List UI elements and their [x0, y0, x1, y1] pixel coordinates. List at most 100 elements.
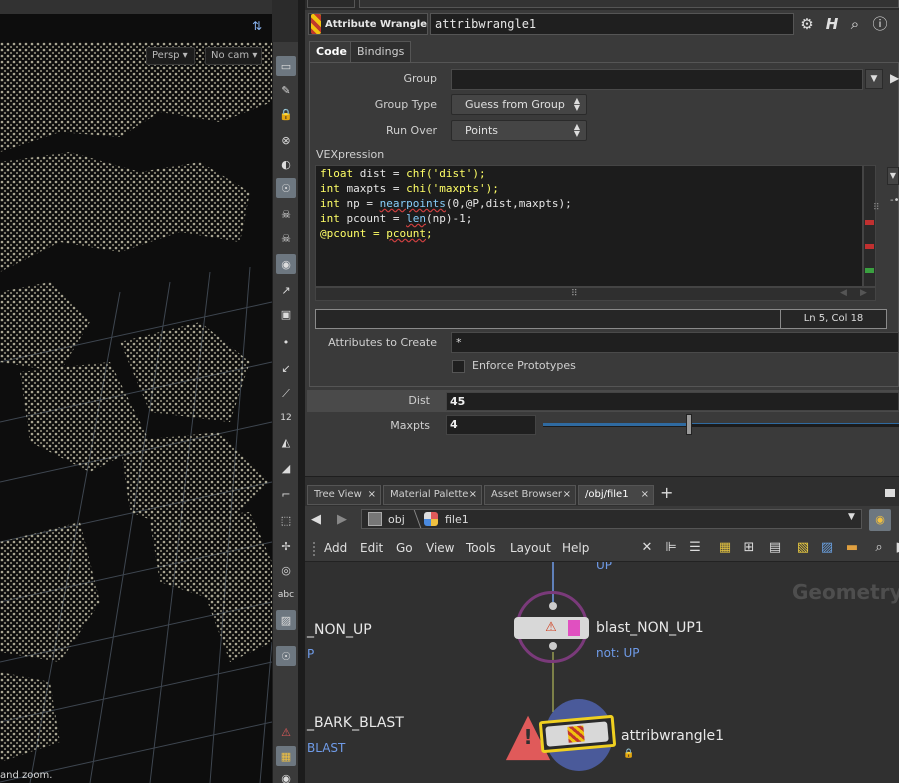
- menu-add[interactable]: Add: [324, 541, 347, 555]
- menu-tools[interactable]: Tools: [466, 541, 496, 555]
- eye-icon[interactable]: ◉: [276, 768, 296, 783]
- network-path[interactable]: obj file1 ▼: [361, 509, 862, 529]
- node-label[interactable]: blast_NON_UP1: [596, 620, 704, 636]
- menu-view[interactable]: View: [426, 541, 454, 555]
- help-h-icon[interactable]: H: [822, 14, 842, 34]
- node-label[interactable]: _NON_UP: [307, 622, 372, 638]
- corner-icon[interactable]: ⌐: [276, 484, 296, 504]
- tab-tree-view[interactable]: Tree View ×: [307, 485, 381, 505]
- path-dropdown-icon[interactable]: ▼: [848, 512, 855, 522]
- bulb-outline-icon[interactable]: ☉: [276, 646, 296, 666]
- node-label[interactable]: _BARK_BLAST: [307, 715, 404, 731]
- tab-bindings[interactable]: Bindings: [350, 41, 412, 62]
- attribwrangle1-node[interactable]: [538, 714, 617, 754]
- point-cloud-view[interactable]: [0, 42, 272, 783]
- info-icon[interactable]: ⓘ: [870, 14, 890, 34]
- search-icon[interactable]: ⌕: [845, 14, 865, 34]
- close-icon[interactable]: ×: [641, 486, 649, 504]
- forward-icon[interactable]: ▶: [337, 512, 347, 527]
- circle-icon[interactable]: ◎: [276, 560, 296, 580]
- pin-tool-icon[interactable]: ‑•: [890, 195, 899, 206]
- more-icon[interactable]: ◗: [891, 540, 899, 556]
- menu-edit[interactable]: Edit: [360, 541, 383, 555]
- select-arrow-icon[interactable]: ▶: [890, 71, 899, 85]
- point-display-icon[interactable]: •: [276, 332, 296, 352]
- input-connector[interactable]: [549, 602, 557, 610]
- add-tab-icon[interactable]: +: [660, 483, 673, 502]
- warning-icon[interactable]: ⚠: [276, 722, 296, 742]
- globe-icon[interactable]: ◉: [276, 254, 296, 274]
- group-type-dropdown[interactable]: Guess from Group ▲ ▼: [451, 94, 587, 115]
- enforce-prototypes-checkbox[interactable]: [452, 360, 465, 373]
- editor-horizontal-scrollbar[interactable]: ⠿ ◀ ▶: [315, 287, 876, 301]
- mesh-icon[interactable]: ◢: [276, 458, 296, 478]
- tab-asset-browser[interactable]: Asset Browser ×: [484, 485, 576, 505]
- display-options-icon[interactable]: ⇅: [252, 19, 268, 35]
- lighting-icon[interactable]: ◐: [276, 154, 296, 174]
- wrench-icon[interactable]: ✕: [639, 540, 655, 556]
- pin-icon[interactable]: ✎: [276, 80, 296, 100]
- output-connector[interactable]: [549, 642, 557, 650]
- bulb-icon[interactable]: ☉: [276, 178, 296, 198]
- back-icon[interactable]: ◀: [311, 512, 321, 527]
- lock-icon[interactable]: 🔒: [276, 104, 296, 124]
- sticky-note-icon[interactable]: ▧: [795, 540, 811, 556]
- vector-display-icon[interactable]: ⟋: [276, 384, 296, 404]
- lock-icon[interactable]: 🔒: [623, 749, 634, 759]
- tile-view-icon[interactable]: ▤: [767, 540, 783, 556]
- node-label[interactable]: attribwrangle1: [621, 728, 724, 744]
- close-icon[interactable]: ×: [563, 486, 571, 504]
- display-flag-icon[interactable]: [568, 620, 580, 636]
- skull-icon[interactable]: ☠: [276, 204, 296, 224]
- vex-code-editor[interactable]: float dist = chf('dist'); int maxpts = c…: [315, 165, 863, 287]
- image-background-icon[interactable]: ▨: [819, 540, 835, 556]
- arrow-tool-icon[interactable]: ↗: [276, 280, 296, 300]
- network-editor-canvas[interactable]: Geometry ⚠ ▲ ! 🔒 UP _NON_UP P blast_NON_…: [305, 562, 899, 783]
- cube-icon[interactable]: ▣: [276, 304, 296, 324]
- display-toggle-icon[interactable]: ▭: [276, 56, 296, 76]
- editor-vertical-scrollbar[interactable]: [863, 165, 876, 287]
- dashed-box-icon[interactable]: ⬚: [276, 510, 296, 530]
- search-icon[interactable]: ⌕: [871, 540, 887, 556]
- menu-go[interactable]: Go: [396, 541, 413, 555]
- tree-icon[interactable]: ⊫: [663, 540, 679, 556]
- tab-obj-file1[interactable]: /obj/file1 ×: [578, 485, 654, 505]
- menu-help[interactable]: Help: [562, 541, 589, 555]
- 3d-viewport[interactable]: Persp ▾ No cam ▾ ⇅ and zoom.: [0, 0, 272, 783]
- pane-splitter[interactable]: [298, 0, 305, 783]
- menu-layout[interactable]: Layout: [510, 541, 551, 555]
- blast-non-up1-node[interactable]: ⚠: [514, 617, 589, 639]
- node-type-badge[interactable]: Attribute Wrangle: [308, 13, 428, 35]
- close-icon[interactable]: ×: [469, 486, 477, 504]
- maximize-icon[interactable]: [885, 489, 895, 497]
- skull-outline-icon[interactable]: ☠: [276, 228, 296, 248]
- close-icon[interactable]: ×: [368, 486, 376, 504]
- group-field[interactable]: [451, 69, 863, 90]
- dist-field[interactable]: 45: [446, 392, 899, 411]
- gear-icon[interactable]: ⚙: [797, 14, 817, 34]
- pin-pane-icon[interactable]: ◉: [869, 509, 891, 531]
- normal-display-icon[interactable]: ↙: [276, 358, 296, 378]
- scroll-left-icon[interactable]: ◀: [840, 288, 847, 298]
- cam-menu-button[interactable]: No cam ▾: [205, 47, 262, 65]
- path-segment-obj[interactable]: obj: [388, 513, 405, 526]
- primitive-icon[interactable]: ◭: [276, 432, 296, 452]
- image-icon[interactable]: ▨: [276, 610, 296, 630]
- tab-material-palette[interactable]: Material Palette ×: [383, 485, 482, 505]
- cross-arrow-icon[interactable]: ✢: [276, 536, 296, 556]
- maxpts-slider-thumb[interactable]: [686, 414, 692, 435]
- node-name-field[interactable]: attribwrangle1: [430, 13, 794, 35]
- resize-grip-icon[interactable]: ⠿: [873, 203, 880, 213]
- close-circle-icon[interactable]: ⊗: [276, 130, 296, 150]
- resize-grip-icon[interactable]: ⠿: [571, 289, 578, 299]
- grid-view-icon[interactable]: ⊞: [741, 540, 757, 556]
- text-labels-icon[interactable]: abc: [276, 585, 296, 605]
- network-box-icon[interactable]: ▬: [844, 540, 860, 556]
- maxpts-field[interactable]: 4: [446, 415, 536, 435]
- path-segment-file1[interactable]: file1: [445, 513, 469, 526]
- editor-menu-button[interactable]: ▼: [887, 167, 899, 185]
- group-menu-button[interactable]: ▼: [865, 69, 883, 89]
- point-numbers-icon[interactable]: 12: [276, 408, 296, 428]
- grid-icon[interactable]: ▦: [276, 746, 296, 766]
- scroll-right-icon[interactable]: ▶: [860, 288, 867, 298]
